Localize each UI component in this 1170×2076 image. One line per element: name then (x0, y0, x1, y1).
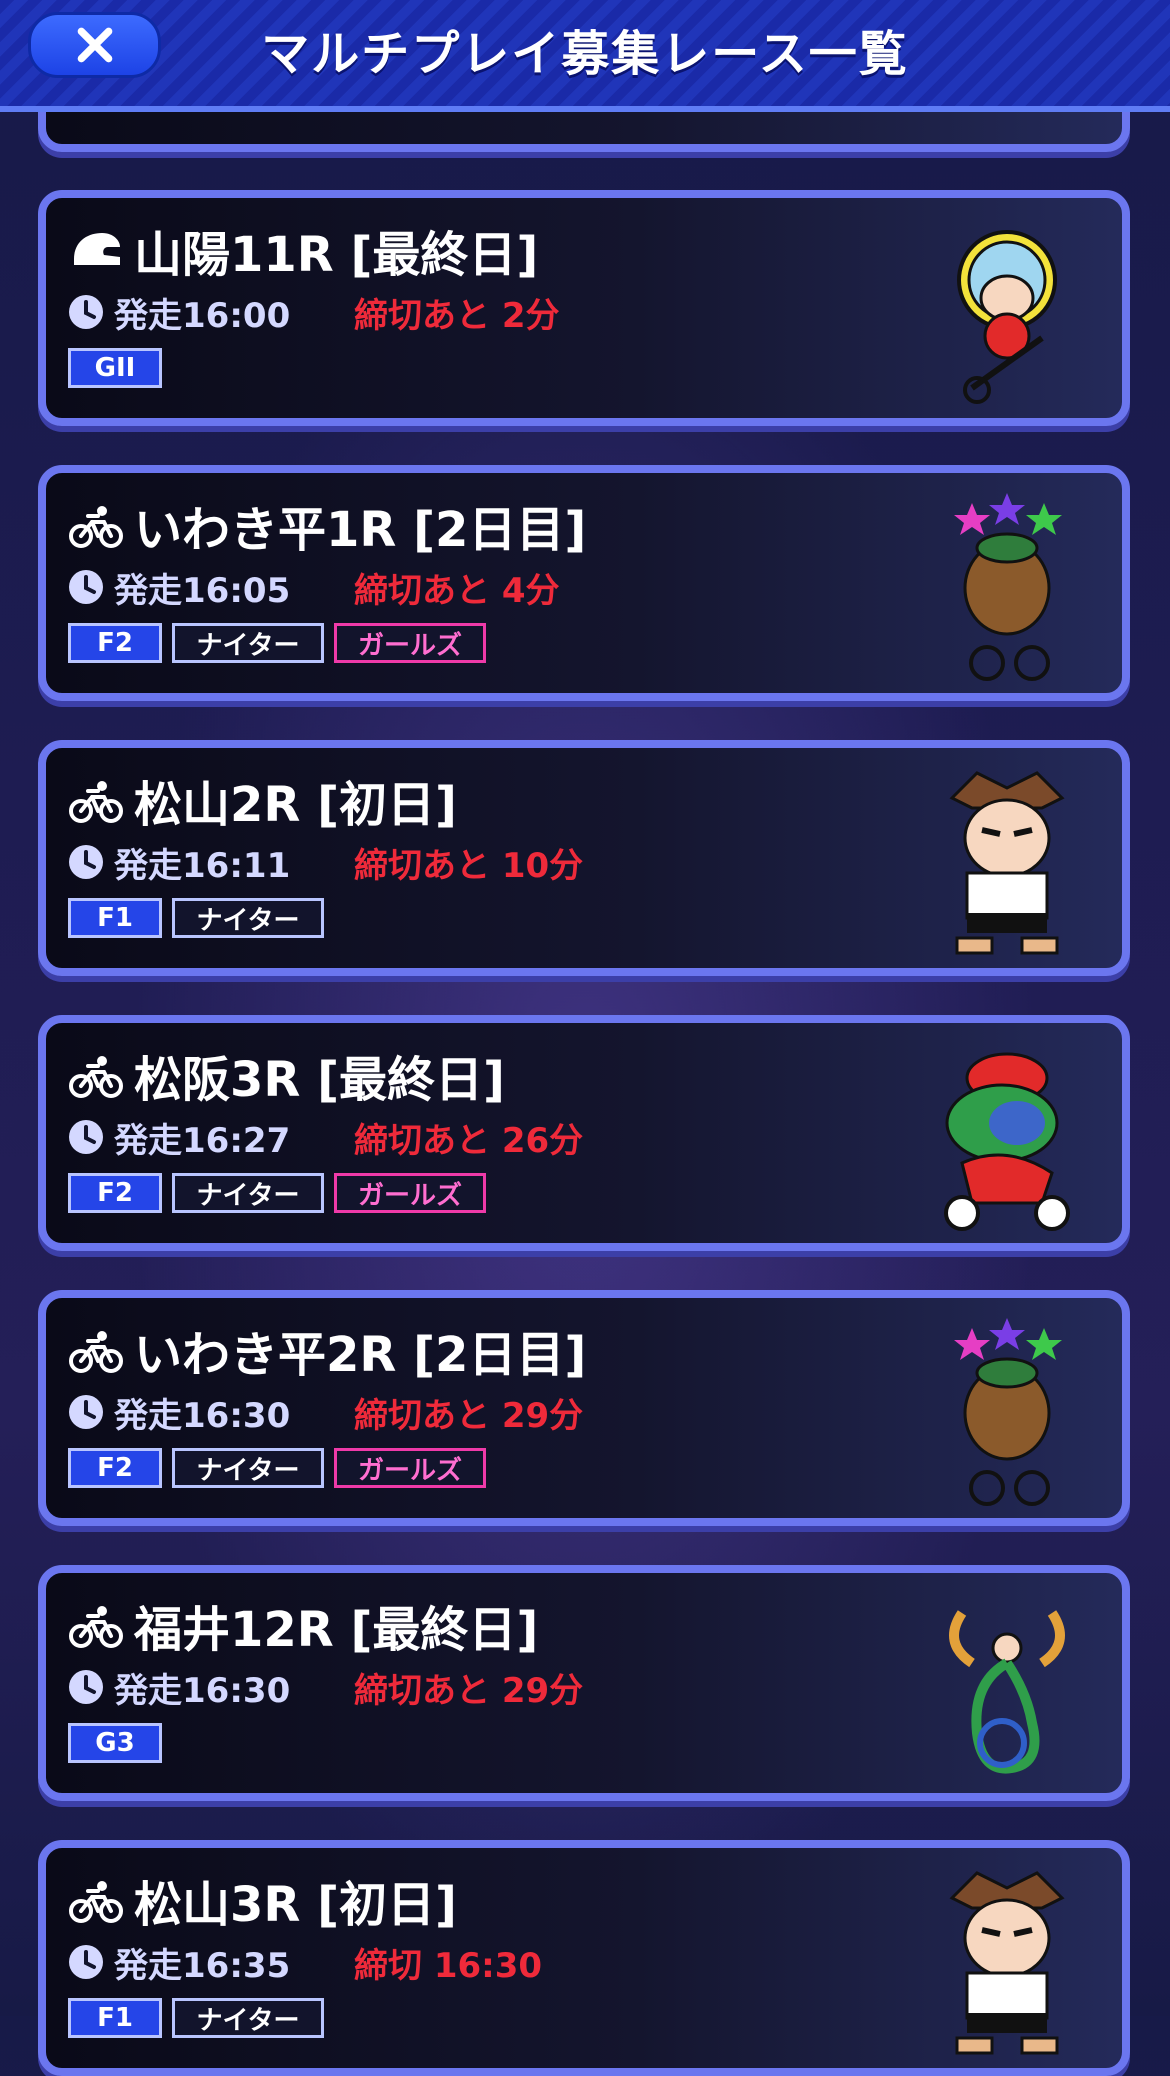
race-info: 発走16:35 締切 16:30 (68, 1940, 543, 1986)
tag-night: ナイター (172, 1173, 324, 1213)
bicycle-icon (69, 1056, 123, 1098)
venue-mascot (949, 1610, 1065, 1774)
bicycle-icon (69, 781, 123, 823)
tag-grade: F1 (68, 1998, 162, 2038)
clock-icon (69, 845, 103, 879)
race-card[interactable]: いわき平1R [2日目] 発走16:05 締切あと 4分 F2 ナイター ガールズ (38, 465, 1130, 701)
venue-mascot (957, 230, 1057, 404)
race-name-text: 松阪3R [最終日] (134, 1052, 505, 1108)
race-tags: GII (68, 348, 162, 388)
race-card[interactable]: 松山2R [初日] 発走16:11 締切あと 10分 F1 ナイター (38, 740, 1130, 976)
tag-girls: ガールズ (334, 1448, 486, 1488)
race-tags: F2 ナイター ガールズ (68, 623, 486, 663)
race-name: いわき平1R [2日目] (68, 495, 586, 558)
venue-mascot (954, 493, 1062, 681)
start-time: 発走16:00 (114, 295, 291, 336)
deadline-countdown: 締切あと 29分 (354, 1670, 584, 1711)
deadline-countdown: 締切あと 26分 (354, 1120, 584, 1161)
race-info: 発走16:27 締切あと 26分 (68, 1115, 584, 1161)
tag-grade: F2 (68, 1448, 162, 1488)
race-name-text: 松山2R [初日] (134, 777, 457, 833)
race-name: 福井12R [最終日] (68, 1595, 538, 1658)
header-bar: マルチプレイ募集レース一覧 (0, 0, 1170, 112)
race-tags: F1 ナイター (68, 1998, 324, 2038)
tag-night: ナイター (172, 898, 324, 938)
race-info: 発走16:30 締切あと 29分 (68, 1390, 584, 1436)
tag-grade: G3 (68, 1723, 162, 1763)
bicycle-icon (69, 506, 123, 548)
race-name-text: 山陽11R [最終日] (134, 227, 539, 283)
venue-mascot (949, 1871, 1065, 2055)
race-card[interactable]: いわき平2R [2日目] 発走16:30 締切あと 29分 F2 ナイター ガールズ (38, 1290, 1130, 1526)
start-time: 発走16:11 (114, 845, 291, 886)
race-name: 山陽11R [最終日] (68, 220, 538, 283)
start-time: 発走16:35 (114, 1945, 291, 1986)
clock-icon (69, 1395, 103, 1429)
venue-mascot (949, 771, 1065, 955)
start-time: 発走16:30 (114, 1670, 291, 1711)
race-info: 発走16:11 締切あと 10分 (68, 840, 584, 886)
clock-icon (69, 570, 103, 604)
race-tags: F1 ナイター (68, 898, 324, 938)
race-tags: F2 ナイター ガールズ (68, 1448, 486, 1488)
tag-night: ナイター (172, 1998, 324, 2038)
race-name: いわき平2R [2日目] (68, 1320, 586, 1383)
clock-icon (69, 1945, 103, 1979)
start-time: 発走16:27 (114, 1120, 291, 1161)
race-name-text: いわき平1R [2日目] (134, 502, 587, 558)
bicycle-icon (69, 1606, 123, 1648)
tag-grade: F2 (68, 1173, 162, 1213)
race-card[interactable]: 松山3R [初日] 発走16:35 締切 16:30 F1 ナイター (38, 1840, 1130, 2076)
clock-icon (69, 1670, 103, 1704)
race-name-text: 福井12R [最終日] (134, 1602, 539, 1658)
deadline-countdown: 締切あと 2分 (354, 295, 560, 336)
tag-night: ナイター (172, 1448, 324, 1488)
race-info: 発走16:05 締切あと 4分 (68, 565, 560, 611)
tag-night: ナイター (172, 623, 324, 663)
race-name: 松山2R [初日] (68, 770, 457, 833)
tag-grade: F2 (68, 623, 162, 663)
race-card[interactable]: 山陽11R [最終日] 発走16:00 締切あと 2分 GII (38, 190, 1130, 426)
tag-girls: ガールズ (334, 1173, 486, 1213)
race-tags: G3 (68, 1723, 162, 1763)
bicycle-icon (69, 1881, 123, 1923)
tag-grade: GII (68, 348, 162, 388)
deadline-countdown: 締切あと 4分 (354, 570, 560, 611)
race-card[interactable]: 福井12R [最終日] 発走16:30 締切あと 29分 G3 (38, 1565, 1130, 1801)
venue-mascot (954, 1318, 1062, 1506)
race-name-text: いわき平2R [2日目] (134, 1327, 587, 1383)
start-time: 発走16:30 (114, 1395, 291, 1436)
race-name: 松阪3R [最終日] (68, 1045, 505, 1108)
tag-girls: ガールズ (334, 623, 486, 663)
start-time: 発走16:05 (114, 570, 291, 611)
helmet-icon (74, 233, 120, 265)
race-name-text: 松山3R [初日] (134, 1877, 457, 1933)
deadline-countdown: 締切あと 10分 (354, 845, 584, 886)
deadline-countdown: 締切あと 29分 (354, 1395, 584, 1436)
bicycle-icon (69, 1331, 123, 1373)
race-info: 発走16:00 締切あと 2分 (68, 290, 560, 336)
race-info: 発走16:30 締切あと 29分 (68, 1665, 584, 1711)
clock-icon (69, 295, 103, 329)
race-name: 松山3R [初日] (68, 1870, 457, 1933)
venue-mascot (944, 1052, 1070, 1231)
clock-icon (69, 1120, 103, 1154)
page-title: マルチプレイ募集レース一覧 (261, 26, 909, 82)
deadline-countdown: 締切 16:30 (354, 1945, 543, 1986)
race-tags: F2 ナイター ガールズ (68, 1173, 486, 1213)
tag-grade: F1 (68, 898, 162, 938)
race-card[interactable]: 松阪3R [最終日] 発走16:27 締切あと 26分 F2 ナイター ガールズ (38, 1015, 1130, 1251)
